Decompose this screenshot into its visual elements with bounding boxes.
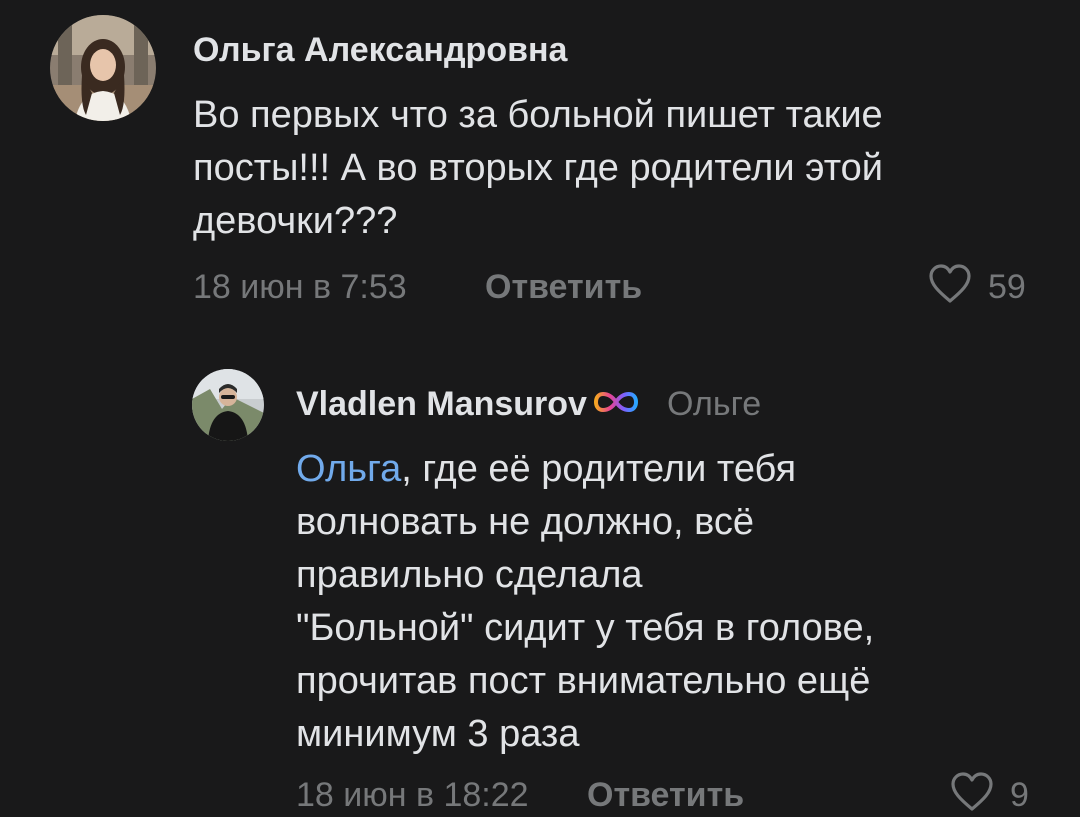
like-count: 59: [988, 267, 1026, 306]
heart-icon: [928, 264, 972, 309]
infinity-badge-icon: [593, 385, 639, 419]
comment-author[interactable]: Ольга Александровна: [193, 33, 567, 67]
avatar[interactable]: [192, 369, 264, 441]
reply-to-label[interactable]: Ольге: [667, 385, 761, 423]
reply-button[interactable]: Ответить: [587, 778, 744, 812]
reply-timestamp[interactable]: 18 июн в 18:22: [296, 778, 529, 812]
user-photo-icon: [50, 15, 156, 121]
avatar[interactable]: [50, 15, 156, 121]
reply-text: Ольга, где её родители тебя волновать не…: [296, 443, 874, 761]
reply-button[interactable]: Ответить: [485, 270, 642, 304]
mention-link[interactable]: Ольга: [296, 448, 401, 490]
comment-timestamp[interactable]: 18 июн в 7:53: [193, 270, 407, 304]
reply-author[interactable]: Vladlen Mansurov Ольге: [296, 387, 761, 421]
reply-author-name[interactable]: Vladlen Mansurov: [296, 385, 587, 423]
like-button[interactable]: 59: [928, 264, 1026, 309]
user-photo-icon: [192, 369, 264, 441]
comment-text: Во первых что за больной пишет такие пос…: [193, 94, 884, 242]
reply-text-body: , где её родители тебя волновать не долж…: [296, 448, 875, 755]
